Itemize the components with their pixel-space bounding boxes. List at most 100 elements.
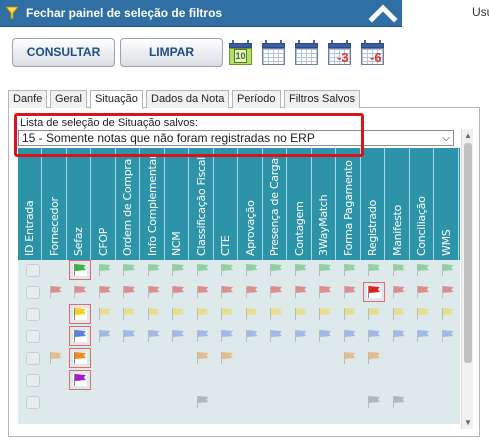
flag-icon[interactable] [441,286,455,298]
flag-icon[interactable] [220,308,234,320]
flag-icon[interactable] [343,308,357,320]
flag-icon[interactable] [318,264,332,276]
flag-icon[interactable] [73,286,87,298]
flag-icon[interactable] [416,286,430,298]
flag-icon[interactable] [392,308,406,320]
scroll-down-icon[interactable]: ▼ [463,418,473,427]
tab-dados-da-nota[interactable]: Dados da Nota [146,90,230,108]
flag-icon[interactable] [343,352,357,364]
calendar-today-icon[interactable]: 10 [229,40,252,66]
flag-icon[interactable] [269,286,283,298]
flag-icon[interactable] [441,308,455,320]
grid-scrollbar[interactable]: ▲ ▼ [461,129,473,429]
flag-icon[interactable] [294,330,308,342]
flag-icon[interactable] [196,396,210,408]
flag-icon[interactable] [441,264,455,276]
flag-icon[interactable] [69,370,91,390]
flag-icon[interactable] [318,330,332,342]
flag-icon[interactable] [343,264,357,276]
flag-icon[interactable] [245,330,259,342]
flag-icon[interactable] [196,264,210,276]
tab-filtros-salvos[interactable]: Filtros Salvos [284,90,361,108]
flag-icon[interactable] [122,286,136,298]
flag-icon[interactable] [294,308,308,320]
collapse-panel-button[interactable] [366,1,400,26]
calendar-minus-6-icon[interactable]: -6 [361,40,384,66]
flag-icon[interactable] [294,286,308,298]
status-gear-icon [26,352,40,365]
flag-icon[interactable] [367,308,381,320]
flag-icon[interactable] [147,330,161,342]
flag-icon[interactable] [245,264,259,276]
flag-icon[interactable] [245,308,259,320]
flag-icon[interactable] [196,286,210,298]
flag-icon[interactable] [416,264,430,276]
flag-icon[interactable] [147,264,161,276]
consultar-button[interactable]: CONSULTAR [12,38,115,67]
calendar-week-icon[interactable] [262,40,285,66]
flag-icon[interactable] [49,286,63,298]
flag-icon[interactable] [171,264,185,276]
flag-icon[interactable] [122,330,136,342]
flag-icon[interactable] [245,286,259,298]
flag-icon[interactable] [69,260,91,280]
flag-icon[interactable] [220,286,234,298]
flag-icon[interactable] [49,352,63,364]
flag-icon[interactable] [220,264,234,276]
flag-icon[interactable] [171,330,185,342]
flag-icon[interactable] [416,330,430,342]
filter-panel-header[interactable]: Fechar painel de seleção de filtros [0,0,402,27]
scroll-thumb[interactable] [464,143,472,363]
flag-icon[interactable] [220,352,234,364]
flag-icon[interactable] [416,308,430,320]
flag-icon[interactable] [269,308,283,320]
flag-icon[interactable] [441,330,455,342]
flag-icon[interactable] [318,308,332,320]
flag-icon[interactable] [367,330,381,342]
tab-danfe[interactable]: Danfe [8,90,48,108]
flag-icon[interactable] [392,396,406,408]
flag-icon[interactable] [392,330,406,342]
flag-icon[interactable] [343,286,357,298]
calendar-month-icon[interactable] [295,40,318,66]
flag-icon[interactable] [147,286,161,298]
tab-periodo[interactable]: Período [232,90,281,108]
flag-icon[interactable] [392,264,406,276]
calendar-minus-3-icon[interactable]: -3 [328,40,351,66]
flag-icon[interactable] [367,352,381,364]
tab-situacao[interactable]: Situação [90,90,143,109]
flag-icon[interactable] [367,264,381,276]
flag-icon[interactable] [69,304,91,324]
flag-icon[interactable] [196,330,210,342]
flag-icon[interactable] [69,326,91,346]
flag-icon[interactable] [294,264,308,276]
flag-icon[interactable] [98,308,112,320]
flag-icon[interactable] [98,330,112,342]
column-header: Ordem de Compra [116,148,140,260]
flag-icon[interactable] [171,308,185,320]
flag-icon[interactable] [147,308,161,320]
flag-icon[interactable] [269,264,283,276]
flag-icon[interactable] [318,286,332,298]
tab-geral[interactable]: Geral [50,90,87,108]
flag-icon[interactable] [171,286,185,298]
flag-icon[interactable] [363,282,385,302]
column-header-label: 3WayMatch [317,194,330,256]
saved-situation-select[interactable]: 15 - Somente notas que não foram registr… [18,130,454,146]
flag-icon[interactable] [343,330,357,342]
column-header: Classificação Fiscal [190,148,214,260]
flag-icon[interactable] [392,286,406,298]
flag-icon[interactable] [220,330,234,342]
flag-icon[interactable] [196,352,210,364]
column-header: Fornecedor [43,148,67,260]
flag-icon[interactable] [98,264,112,276]
flag-icon[interactable] [269,330,283,342]
flag-icon[interactable] [122,264,136,276]
flag-icon[interactable] [196,308,210,320]
flag-icon[interactable] [98,286,112,298]
flag-icon[interactable] [122,308,136,320]
flag-icon[interactable] [367,396,381,408]
scroll-up-icon[interactable]: ▲ [463,131,473,140]
flag-icon[interactable] [69,348,91,368]
limpar-button[interactable]: LIMPAR [120,38,223,67]
